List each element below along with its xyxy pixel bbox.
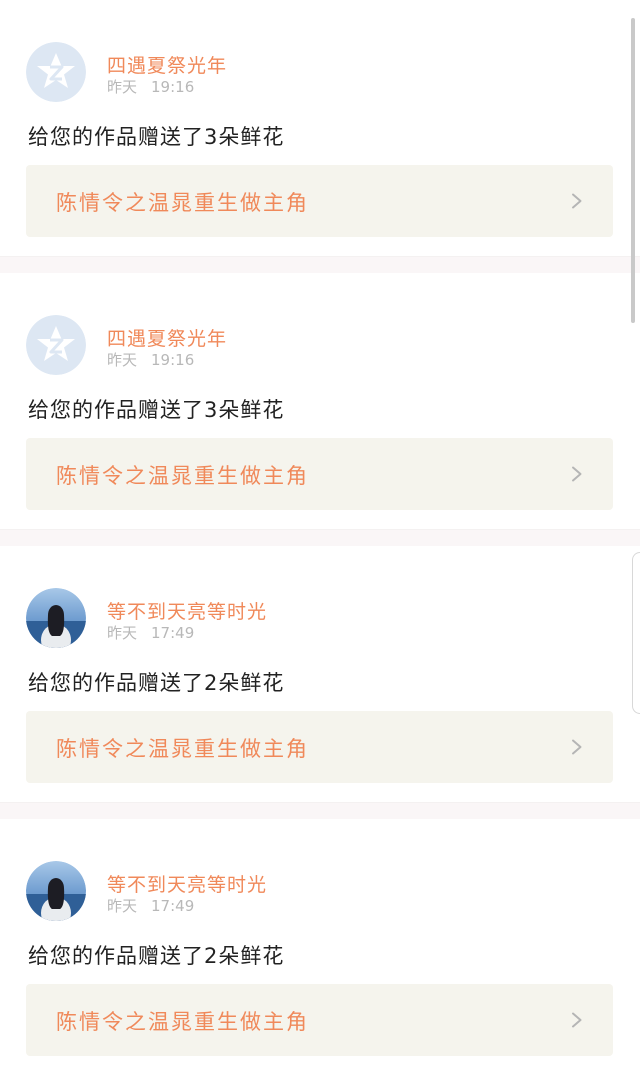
photo-avatar-icon xyxy=(26,588,86,648)
notification-message: 给您的作品赠送了2朵鲜花 xyxy=(28,944,285,968)
timestamp-time: 17:49 xyxy=(151,624,195,642)
timestamp: 昨天 19:16 xyxy=(107,76,194,97)
section-gap xyxy=(0,803,640,819)
default-avatar-icon xyxy=(26,42,86,102)
user-name[interactable]: 等不到天亮等时光 xyxy=(107,597,267,624)
default-avatar-icon xyxy=(26,315,86,375)
edge-panel-handle[interactable] xyxy=(632,552,640,714)
avatar[interactable] xyxy=(26,42,86,102)
work-title: 陈情令之温晁重生做主角 xyxy=(56,737,309,761)
avatar[interactable] xyxy=(26,861,86,921)
user-name[interactable]: 等不到天亮等时光 xyxy=(107,870,267,897)
notification-message: 给您的作品赠送了2朵鲜花 xyxy=(28,671,285,695)
notification-card: 等不到天亮等时光 昨天 17:49 给您的作品赠送了2朵鲜花 陈情令之温晁重生做主… xyxy=(0,546,640,802)
timestamp: 昨天 17:49 xyxy=(107,895,194,916)
timestamp-day: 昨天 xyxy=(107,897,138,915)
avatar[interactable] xyxy=(26,315,86,375)
work-link[interactable]: 陈情令之温晁重生做主角 xyxy=(26,165,613,237)
timestamp: 昨天 19:16 xyxy=(107,349,194,370)
chevron-right-icon xyxy=(572,466,582,482)
work-title: 陈情令之温晁重生做主角 xyxy=(56,464,309,488)
section-gap xyxy=(0,257,640,273)
avatar[interactable] xyxy=(26,588,86,648)
user-name[interactable]: 四遇夏祭光年 xyxy=(107,51,227,78)
timestamp-day: 昨天 xyxy=(107,78,138,96)
notification-message: 给您的作品赠送了3朵鲜花 xyxy=(28,125,285,149)
work-link[interactable]: 陈情令之温晁重生做主角 xyxy=(26,711,613,783)
notification-card: 四遇夏祭光年 昨天 19:16 给您的作品赠送了3朵鲜花 陈情令之温晁重生做主角 xyxy=(0,273,640,529)
chevron-right-icon xyxy=(572,1012,582,1028)
notification-card: 等不到天亮等时光 昨天 17:49 给您的作品赠送了2朵鲜花 陈情令之温晁重生做主… xyxy=(0,819,640,1075)
timestamp-time: 17:49 xyxy=(151,897,195,915)
timestamp-day: 昨天 xyxy=(107,624,138,642)
chevron-right-icon xyxy=(572,739,582,755)
user-name[interactable]: 四遇夏祭光年 xyxy=(107,324,227,351)
timestamp: 昨天 17:49 xyxy=(107,622,194,643)
timestamp-time: 19:16 xyxy=(151,78,195,96)
chevron-right-icon xyxy=(572,193,582,209)
notification-feed: 四遇夏祭光年 昨天 19:16 给您的作品赠送了3朵鲜花 陈情令之温晁重生做主角 … xyxy=(0,0,640,1075)
notification-message: 给您的作品赠送了3朵鲜花 xyxy=(28,398,285,422)
timestamp-time: 19:16 xyxy=(151,351,195,369)
section-gap xyxy=(0,530,640,546)
work-title: 陈情令之温晁重生做主角 xyxy=(56,1010,309,1034)
scrollbar-thumb[interactable] xyxy=(631,18,635,323)
notification-card: 四遇夏祭光年 昨天 19:16 给您的作品赠送了3朵鲜花 陈情令之温晁重生做主角 xyxy=(0,0,640,256)
work-link[interactable]: 陈情令之温晁重生做主角 xyxy=(26,438,613,510)
work-title: 陈情令之温晁重生做主角 xyxy=(56,191,309,215)
work-link[interactable]: 陈情令之温晁重生做主角 xyxy=(26,984,613,1056)
photo-avatar-icon xyxy=(26,861,86,921)
timestamp-day: 昨天 xyxy=(107,351,138,369)
